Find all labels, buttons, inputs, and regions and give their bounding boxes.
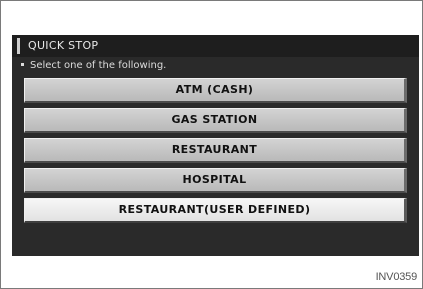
- menu-panel: Select one of the following. ATM (CASH) …: [12, 57, 419, 256]
- restaurant-user-defined-button[interactable]: RESTAURANT(USER DEFINED): [24, 198, 407, 223]
- quick-stop-menu: ATM (CASH) GAS STATION RESTAURANT HOSPIT…: [24, 78, 407, 228]
- bullet-icon: [21, 62, 24, 66]
- instruction-line: Select one of the following.: [21, 57, 166, 75]
- page-title: QUICK STOP: [28, 39, 99, 52]
- restaurant-button[interactable]: RESTAURANT: [24, 138, 407, 163]
- atm-cash-button[interactable]: ATM (CASH): [24, 78, 407, 103]
- title-accent-bar: [17, 38, 20, 54]
- navigation-screen: QUICK STOP Select one of the following. …: [12, 35, 419, 256]
- title-bar: QUICK STOP: [12, 35, 419, 57]
- gas-station-button[interactable]: GAS STATION: [24, 108, 407, 133]
- figure-id-label: INV0359: [375, 271, 418, 283]
- figure-frame: QUICK STOP Select one of the following. …: [0, 0, 423, 289]
- hospital-button[interactable]: HOSPITAL: [24, 168, 407, 193]
- instruction-text: Select one of the following.: [30, 60, 167, 71]
